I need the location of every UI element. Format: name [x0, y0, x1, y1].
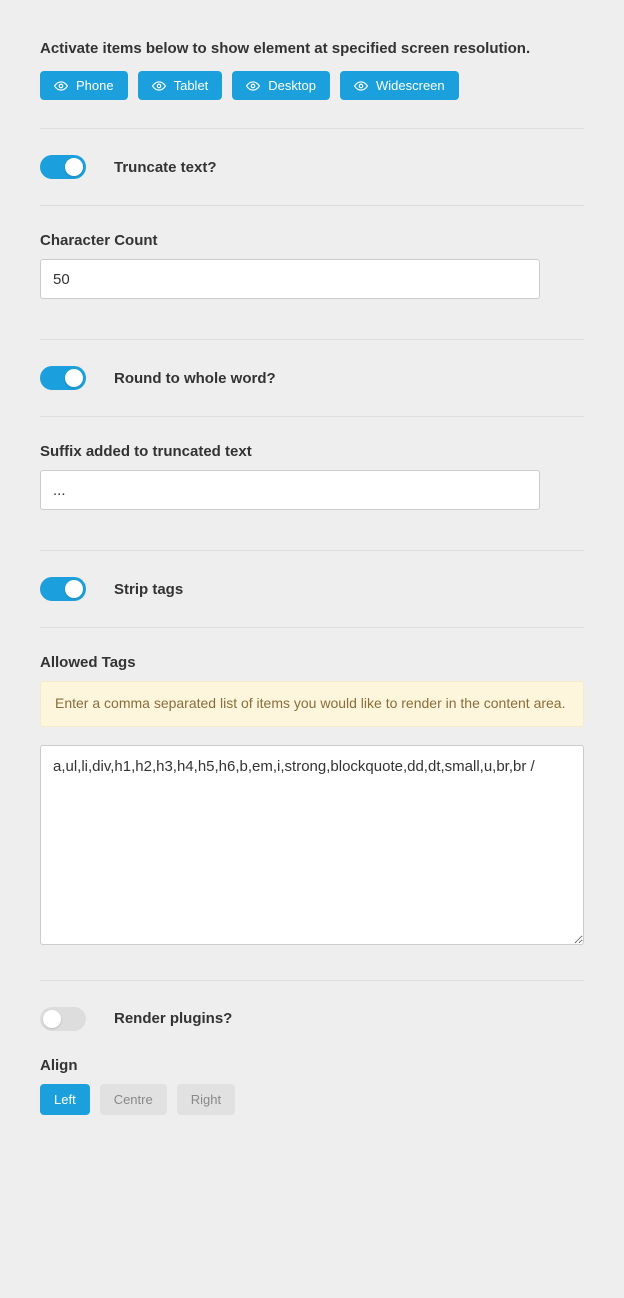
device-button-row: Phone Tablet Desktop Widescreen — [40, 71, 584, 100]
allowed-tags-hint: Enter a comma separated list of items yo… — [40, 681, 584, 727]
eye-icon — [354, 79, 368, 93]
suffix-label: Suffix added to truncated text — [40, 443, 584, 460]
render-plugins-label: Render plugins? — [114, 1010, 232, 1027]
strip-tags-label: Strip tags — [114, 581, 183, 598]
align-options: Left Centre Right — [40, 1084, 584, 1115]
allowed-tags-section: Allowed Tags Enter a comma separated lis… — [40, 628, 584, 980]
eye-icon — [152, 79, 166, 93]
render-plugins-toggle-row: Render plugins? — [40, 1007, 584, 1031]
round-word-toggle-row: Round to whole word? — [40, 366, 584, 390]
settings-panel: Activate items below to show element at … — [12, 12, 612, 1143]
device-desktop-label: Desktop — [268, 78, 316, 93]
character-count-label: Character Count — [40, 232, 584, 249]
round-word-toggle[interactable] — [40, 366, 86, 390]
device-widescreen-button[interactable]: Widescreen — [340, 71, 459, 100]
truncate-toggle[interactable] — [40, 155, 86, 179]
character-count-input[interactable] — [40, 259, 540, 299]
eye-icon — [54, 79, 68, 93]
device-tablet-button[interactable]: Tablet — [138, 71, 223, 100]
render-plugins-toggle[interactable] — [40, 1007, 86, 1031]
round-word-section: Round to whole word? — [40, 340, 584, 416]
align-right-button[interactable]: Right — [177, 1084, 235, 1115]
truncate-section: Truncate text? — [40, 129, 584, 205]
align-left-button[interactable]: Left — [40, 1084, 90, 1115]
device-phone-label: Phone — [76, 78, 114, 93]
intro-text: Activate items below to show element at … — [40, 40, 584, 57]
allowed-tags-label: Allowed Tags — [40, 654, 584, 671]
align-centre-button[interactable]: Centre — [100, 1084, 167, 1115]
allowed-tags-textarea[interactable] — [40, 745, 584, 945]
character-count-section: Character Count — [40, 206, 584, 339]
suffix-input[interactable] — [40, 470, 540, 510]
device-desktop-button[interactable]: Desktop — [232, 71, 330, 100]
strip-tags-section: Strip tags — [40, 551, 584, 627]
strip-tags-toggle[interactable] — [40, 577, 86, 601]
device-phone-button[interactable]: Phone — [40, 71, 128, 100]
device-widescreen-label: Widescreen — [376, 78, 445, 93]
render-plugins-section: Render plugins? — [40, 981, 584, 1057]
strip-tags-toggle-row: Strip tags — [40, 577, 584, 601]
round-word-label: Round to whole word? — [114, 370, 276, 387]
align-label: Align — [40, 1057, 584, 1074]
truncate-label: Truncate text? — [114, 159, 217, 176]
suffix-section: Suffix added to truncated text — [40, 417, 584, 550]
device-tablet-label: Tablet — [174, 78, 209, 93]
align-section: Align Left Centre Right — [40, 1057, 584, 1115]
eye-icon — [246, 79, 260, 93]
truncate-toggle-row: Truncate text? — [40, 155, 584, 179]
